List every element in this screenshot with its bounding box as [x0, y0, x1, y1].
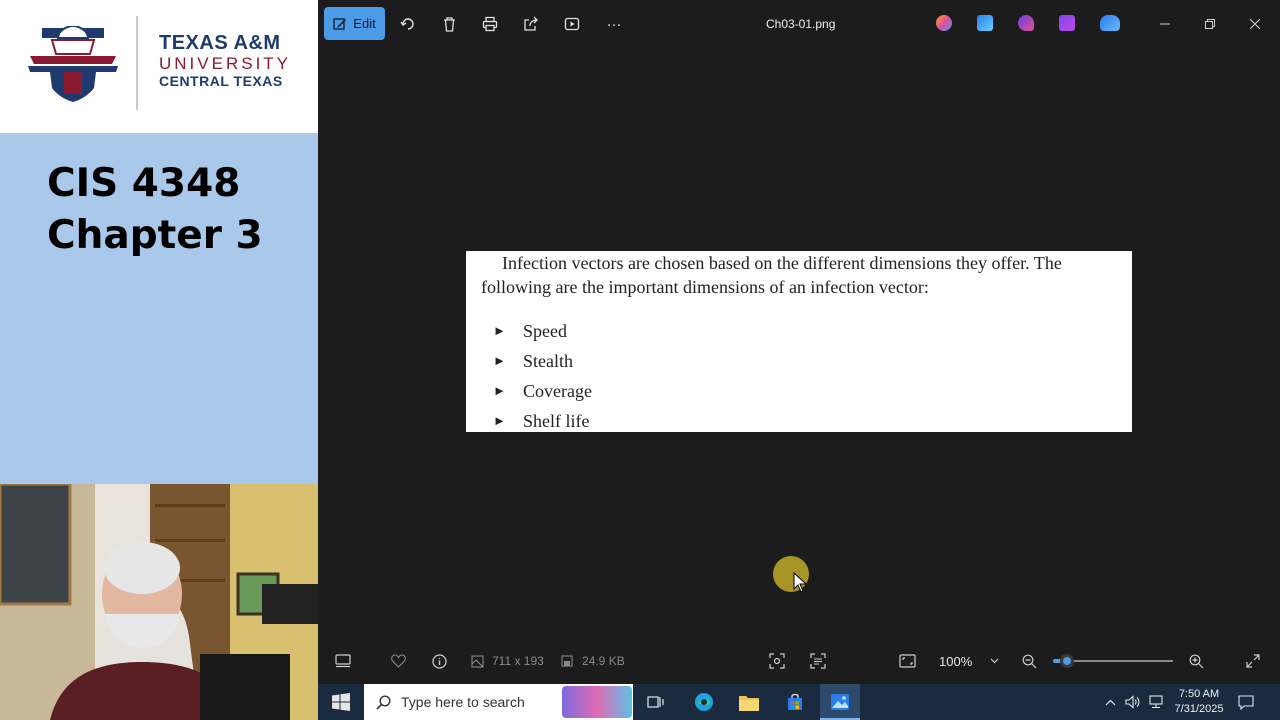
bullet-text: Coverage: [523, 380, 592, 401]
paint-cocreator-icon[interactable]: [1018, 15, 1034, 31]
task-view-icon[interactable]: [645, 691, 667, 713]
file-explorer-icon[interactable]: [738, 691, 760, 713]
edit-pencil-icon: [333, 17, 347, 30]
logo-line-central-texas: CENTRAL TEXAS: [159, 73, 283, 89]
list-item: ► Shelf life: [493, 406, 592, 436]
share-icon[interactable]: [519, 12, 543, 36]
bullet-marker: ►: [493, 413, 506, 428]
mouse-cursor-icon: [793, 572, 807, 593]
slide-title-chapter: Chapter 3: [47, 213, 263, 258]
network-icon[interactable]: [1148, 694, 1164, 710]
search-icon: [376, 694, 391, 710]
file-size-icon: [558, 652, 576, 670]
clock-time: 7:50 AM: [1178, 688, 1220, 700]
fullscreen-icon[interactable]: [1244, 652, 1262, 670]
displayed-image: Infection vectors are chosen based on th…: [466, 251, 1132, 432]
volume-icon[interactable]: [1125, 694, 1141, 710]
bullet-marker: ►: [493, 353, 506, 368]
delete-icon[interactable]: [437, 12, 461, 36]
taskbar-photos-active[interactable]: [820, 684, 860, 720]
bullet-marker: ►: [493, 323, 506, 338]
text-scan-icon[interactable]: [809, 652, 827, 670]
filmstrip-icon[interactable]: [334, 652, 352, 670]
list-item: ► Coverage: [493, 376, 592, 406]
image-dimensions: 711 x 193: [492, 654, 544, 668]
logo-divider: [136, 16, 138, 110]
university-logo: TEXAS A&M UNIVERSITY CENTRAL TEXAS: [0, 0, 318, 133]
rotate-icon[interactable]: [396, 12, 420, 36]
taskbar-search-box[interactable]: Type here to search: [364, 684, 633, 720]
bullet-marker: ►: [493, 383, 506, 398]
logo-line-texas-am: TEXAS A&M: [159, 32, 281, 54]
zoom-select[interactable]: 100%: [930, 647, 1008, 675]
info-icon[interactable]: [430, 652, 448, 670]
edit-label: Edit: [353, 16, 376, 31]
screen: TEXAS A&M UNIVERSITY CENTRAL TEXAS CIS 4…: [0, 0, 1280, 720]
list-item: ► Stealth: [493, 346, 592, 376]
restore-icon[interactable]: [1199, 13, 1221, 35]
more-icon[interactable]: ···: [602, 12, 626, 36]
chevron-down-icon: [990, 658, 999, 664]
slide-title-course: CIS 4348: [47, 161, 241, 206]
window-title: Ch03-01.png: [766, 17, 836, 31]
print-icon[interactable]: [478, 12, 502, 36]
university-seal-icon: [28, 26, 118, 102]
bullet-text: Speed: [523, 320, 567, 341]
logo-wordmark: TEXAS A&M UNIVERSITY CENTRAL TEXAS: [159, 33, 291, 88]
slideshow-icon[interactable]: [560, 12, 584, 36]
image-size-icon: [468, 652, 486, 670]
list-item: ► Speed: [493, 316, 592, 346]
file-size: 24.9 KB: [582, 654, 625, 668]
notifications-icon[interactable]: [1238, 694, 1254, 710]
taskbar-clock[interactable]: 7:50 AM 7/31/2025: [1171, 687, 1227, 717]
zoom-value: 100%: [939, 653, 973, 669]
edge-browser-icon[interactable]: [693, 691, 715, 713]
zoom-slider-thumb[interactable]: [1060, 654, 1075, 668]
bullet-text: Shelf life: [523, 410, 590, 431]
webcam-feed: [0, 484, 318, 720]
microsoft-store-icon[interactable]: [784, 691, 806, 713]
image-bullet-list: ► Speed ► Stealth ► Coverage ► Shelf life: [493, 316, 592, 436]
slide-panel: TEXAS A&M UNIVERSITY CENTRAL TEXAS CIS 4…: [0, 0, 318, 720]
clipchamp-icon[interactable]: [1059, 15, 1075, 31]
webcam-scene-image: [0, 484, 318, 720]
bullet-text: Stealth: [523, 350, 573, 371]
search-placeholder: Type here to search: [401, 694, 525, 710]
photos-viewer-window: Edit ··· Ch03-01.png Infection vectors a…: [318, 0, 1280, 684]
search-highlight-art: [562, 686, 632, 718]
photos-app-icon: [831, 694, 849, 710]
fit-to-window-icon[interactable]: [898, 652, 916, 670]
visual-search-icon[interactable]: [768, 652, 786, 670]
copilot-icon[interactable]: [936, 15, 952, 31]
zoom-out-icon[interactable]: [1020, 652, 1038, 670]
minimize-icon[interactable]: [1154, 13, 1176, 35]
close-icon[interactable]: [1244, 13, 1266, 35]
windows-taskbar: Type here to search 7:50 AM 7/31/2025: [318, 684, 1280, 720]
logo-line-university: UNIVERSITY: [159, 54, 292, 73]
designer-icon[interactable]: [977, 15, 993, 31]
zoom-in-icon[interactable]: [1187, 652, 1205, 670]
onedrive-icon[interactable]: [1100, 15, 1120, 31]
clock-date: 7/31/2025: [1174, 703, 1224, 715]
windows-start-icon[interactable]: [332, 693, 350, 711]
chevron-up-icon[interactable]: [1102, 694, 1118, 710]
viewer-toolbar: Edit ··· Ch03-01.png: [318, 0, 1280, 48]
slide-title: CIS 4348 Chapter 3: [47, 158, 263, 262]
image-paragraph: Infection vectors are chosen based on th…: [481, 253, 1062, 297]
edit-button[interactable]: Edit: [324, 7, 385, 40]
favorite-heart-icon[interactable]: [389, 652, 407, 670]
viewer-status-bar: 711 x 193 24.9 KB 100%: [318, 639, 1280, 684]
